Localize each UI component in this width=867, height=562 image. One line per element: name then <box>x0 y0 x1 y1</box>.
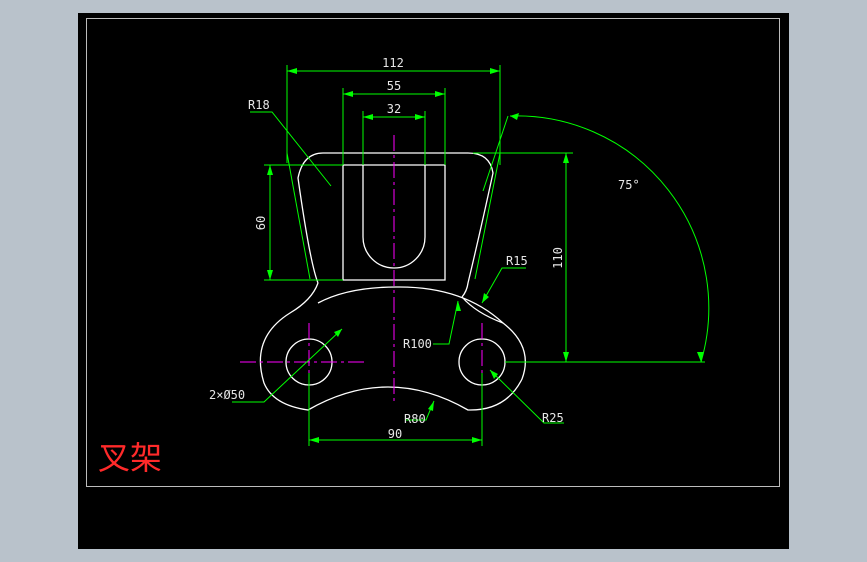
dim-r100: R100 <box>403 337 432 351</box>
dim-75-deg: 75° <box>618 178 640 192</box>
drawing-frame <box>86 18 780 487</box>
base-outline <box>259 282 526 411</box>
dim-r25: R25 <box>542 411 564 425</box>
upper-body-outline <box>297 152 494 298</box>
dimension-arrows <box>267 68 704 443</box>
dim-60: 60 <box>254 216 268 230</box>
dim-112: 112 <box>382 56 404 70</box>
dim-32: 32 <box>387 102 401 116</box>
dimension-lines <box>232 65 710 446</box>
part-outline <box>259 152 526 411</box>
cad-drawing: 112 55 32 R18 60 110 75° R15 R100 2×Ø50 … <box>86 18 780 487</box>
dim-r18: R18 <box>248 98 270 112</box>
dim-r80: R80 <box>404 412 426 426</box>
dim-110: 110 <box>551 247 565 269</box>
dim-r15: R15 <box>506 254 528 268</box>
dim-55: 55 <box>387 79 401 93</box>
dim-90: 90 <box>388 427 402 441</box>
center-lines <box>240 135 483 405</box>
drawing-title: 叉架 <box>98 439 163 477</box>
dim-2x-diameter-50: 2×Ø50 <box>209 388 245 402</box>
drawing-canvas[interactable]: 112 55 32 R18 60 110 75° R15 R100 2×Ø50 … <box>78 13 789 549</box>
